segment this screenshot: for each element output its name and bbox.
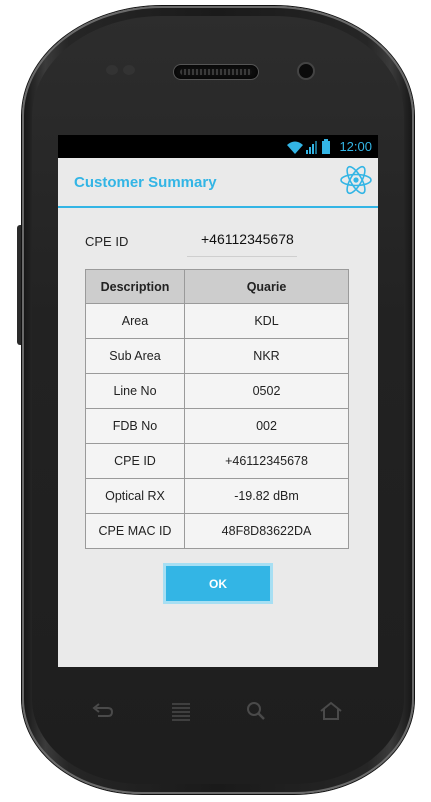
menu-icon[interactable] — [168, 700, 194, 722]
row-value: -19.82 dBm — [184, 478, 349, 514]
row-description: Area — [85, 303, 185, 339]
ok-button[interactable]: OK — [166, 566, 270, 601]
back-icon[interactable] — [90, 700, 116, 722]
summary-table: Description Quarie Area KDL Sub Area NKR… — [85, 269, 349, 549]
row-description: CPE MAC ID — [85, 513, 185, 549]
row-value: 002 — [184, 408, 349, 444]
row-description: Line No — [85, 373, 185, 409]
row-description: Sub Area — [85, 338, 185, 374]
table-header-row: Description Quarie — [85, 269, 349, 304]
battery-icon — [322, 139, 330, 154]
row-description: CPE ID — [85, 443, 185, 479]
row-description: FDB No — [85, 408, 185, 444]
row-value: 0502 — [184, 373, 349, 409]
row-value: NKR — [184, 338, 349, 374]
table-row: FDB No 002 — [85, 408, 349, 444]
cpe-id-label: CPE ID — [85, 234, 129, 249]
dialog-header: Customer Summary — [58, 158, 378, 208]
column-header-quarie: Quarie — [184, 269, 349, 304]
row-value: 48F8D83622DA — [184, 513, 349, 549]
proximity-sensor — [106, 65, 118, 75]
dialog-title: Customer Summary — [74, 174, 217, 191]
table-row: CPE ID +46112345678 — [85, 443, 349, 479]
status-time: 12:00 — [339, 139, 372, 154]
search-icon[interactable] — [244, 700, 270, 722]
cpe-id-underline — [187, 256, 297, 257]
home-icon[interactable] — [318, 700, 344, 722]
column-header-description: Description — [85, 269, 185, 304]
row-description: Optical RX — [85, 478, 185, 514]
cpe-id-value: +46112345678 — [201, 231, 294, 247]
status-icons — [287, 139, 330, 154]
earpiece-speaker — [173, 64, 259, 80]
signal-icon — [306, 141, 317, 154]
atom-icon[interactable] — [339, 163, 373, 197]
status-bar: 12:00 — [58, 135, 378, 158]
row-value: KDL — [184, 303, 349, 339]
front-camera — [297, 62, 315, 80]
table-row: Sub Area NKR — [85, 338, 349, 374]
row-value: +46112345678 — [184, 443, 349, 479]
wifi-icon — [287, 141, 303, 154]
phone-screen: 12:00 Customer Summary CPE ID +461123456… — [58, 135, 378, 667]
table-row: Optical RX -19.82 dBm — [85, 478, 349, 514]
light-sensor — [123, 65, 135, 75]
table-row: Area KDL — [85, 303, 349, 339]
table-row: Line No 0502 — [85, 373, 349, 409]
table-row: CPE MAC ID 48F8D83622DA — [85, 513, 349, 549]
